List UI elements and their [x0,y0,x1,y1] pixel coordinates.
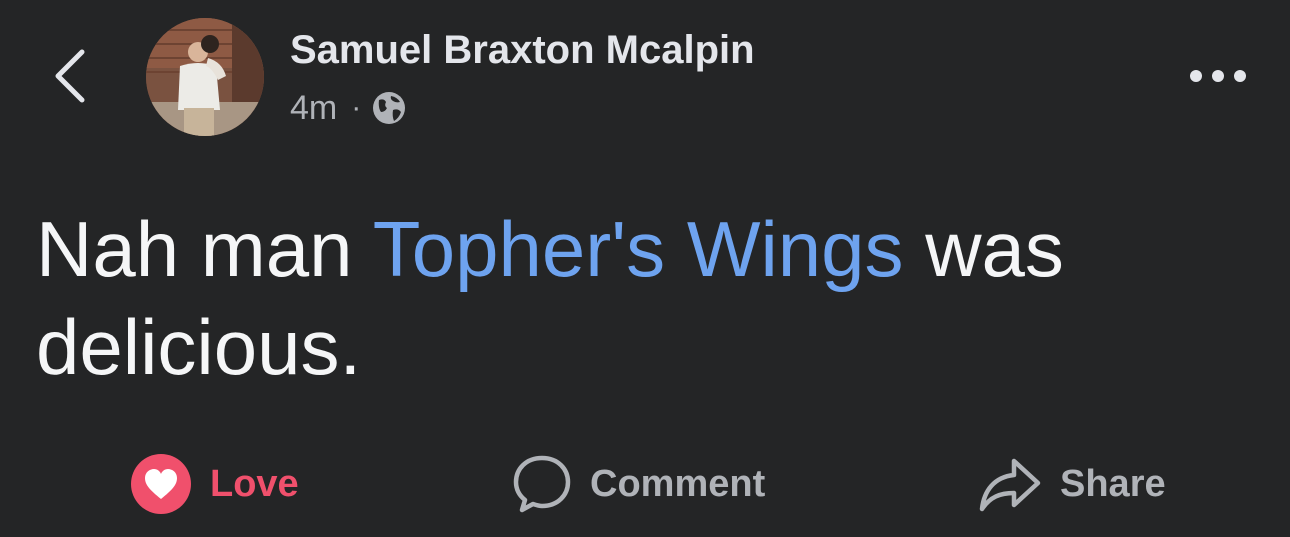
comment-label: Comment [590,462,766,505]
tagged-page-link[interactable]: Topher's Wings [373,205,904,293]
globe-icon [373,92,406,124]
share-arrow-icon [978,455,1042,513]
meta-separator: · [351,91,362,124]
share-label: Share [1060,462,1166,505]
share-button[interactable]: Share [978,446,1166,522]
post-actions: Love Comment Share [0,446,1290,522]
more-options-button[interactable] [1186,58,1250,94]
avatar[interactable] [146,18,264,136]
love-button[interactable]: Love [130,446,299,522]
chevron-left-icon [55,49,85,103]
post-meta: 4m · [290,86,407,130]
back-button[interactable] [48,44,92,108]
post-view: Samuel Braxton Mcalpin 4m · Nah man Toph… [0,0,1290,537]
post-timestamp[interactable]: 4m [290,89,337,128]
love-label: Love [210,462,299,505]
more-options-icon [1190,70,1246,82]
avatar-photo [146,18,264,136]
post-text-before: Nah man [36,205,373,293]
comment-icon [512,453,572,515]
love-reaction-icon [130,453,192,515]
author-name[interactable]: Samuel Braxton Mcalpin [290,28,755,73]
post-body: Nah man Topher's Wings was delicious. [36,200,1256,396]
comment-button[interactable]: Comment [512,446,765,522]
